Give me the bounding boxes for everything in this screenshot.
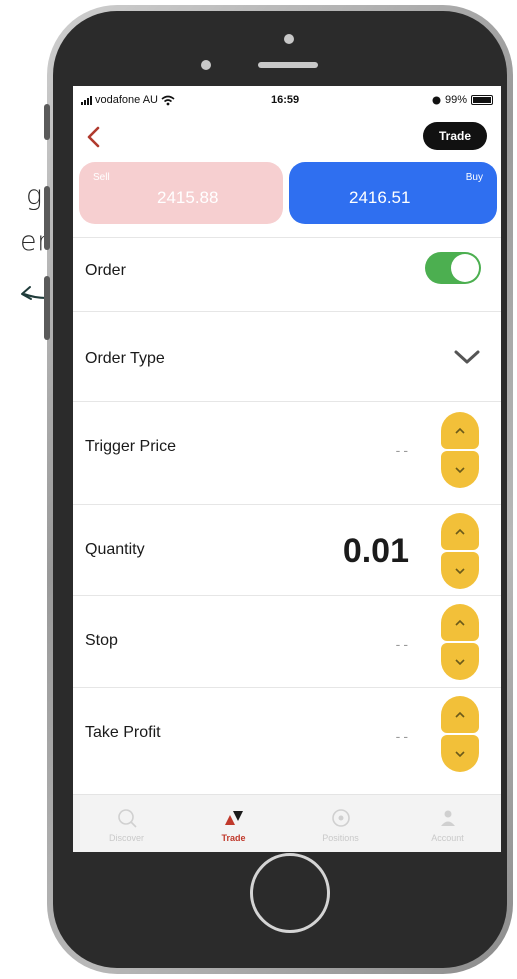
take-profit-value: -- <box>395 728 411 744</box>
order-type-row[interactable]: Order Type <box>73 311 501 401</box>
buy-label: Buy <box>465 172 483 183</box>
tab-discover[interactable]: Discover <box>73 795 180 852</box>
search-icon <box>117 809 137 828</box>
decrement-button[interactable] <box>441 643 479 680</box>
quantity-value[interactable]: 0.01 <box>343 532 409 571</box>
battery-percent: 99% <box>444 94 467 106</box>
take-profit-row: Take Profit -- <box>73 687 501 794</box>
stop-value: -- <box>395 636 411 652</box>
chevron-down-icon[interactable] <box>453 348 481 366</box>
quantity-stepper <box>441 513 479 589</box>
take-profit-stepper <box>441 696 479 772</box>
volume-down-button <box>44 276 50 340</box>
tab-label: Trade <box>221 833 246 843</box>
trigger-price-row: Trigger Price -- <box>73 401 501 504</box>
chevron-up-icon <box>455 619 465 626</box>
tab-trade[interactable]: Trade <box>180 795 287 852</box>
mute-switch <box>44 104 50 140</box>
chevron-up-icon <box>455 711 465 718</box>
stop-row: Stop -- <box>73 595 501 687</box>
sell-price-button[interactable]: Sell 2415.88 <box>79 162 283 224</box>
account-icon <box>440 810 455 826</box>
chevron-down-icon <box>455 750 465 757</box>
order-row: Order <box>73 237 501 311</box>
chevron-down-icon <box>455 466 465 473</box>
app-screen: vodafone AU 16:59 99% Trade Sell 2415.88 <box>73 86 501 852</box>
decrement-button[interactable] <box>441 451 479 488</box>
buy-price: 2416.51 <box>349 188 411 207</box>
tab-label: Positions <box>322 833 359 843</box>
wifi-icon <box>161 95 175 105</box>
home-button[interactable] <box>250 853 330 933</box>
carrier-name: vodafone AU <box>95 94 158 106</box>
alarm-icon <box>432 96 441 105</box>
status-bar: vodafone AU 16:59 99% <box>73 86 501 114</box>
annotation-text-fragment: g <box>26 180 43 211</box>
nav-bar: Trade <box>73 120 501 156</box>
trade-icon <box>224 811 243 825</box>
increment-button[interactable] <box>441 696 479 733</box>
decrement-button[interactable] <box>441 735 479 772</box>
tab-label: Account <box>431 833 464 843</box>
clock: 16:59 <box>271 94 300 106</box>
buy-price-button[interactable]: Buy 2416.51 <box>289 162 497 224</box>
toggle-knob <box>451 254 479 282</box>
increment-button[interactable] <box>441 412 479 449</box>
quantity-label: Quantity <box>85 541 145 558</box>
tab-positions[interactable]: Positions <box>287 795 394 852</box>
chevron-down-icon <box>455 658 465 665</box>
order-toggle[interactable] <box>425 252 481 284</box>
increment-button[interactable] <box>441 513 479 550</box>
sensor-dot <box>284 34 294 44</box>
tab-account[interactable]: Account <box>394 795 501 852</box>
volume-up-button <box>44 186 50 250</box>
back-chevron-icon[interactable] <box>83 124 105 150</box>
tab-bar: Discover Trade Positions Account <box>73 794 501 852</box>
signal-icon <box>81 95 92 105</box>
chevron-up-icon <box>455 427 465 434</box>
battery-icon <box>471 95 493 105</box>
sell-label: Sell <box>93 172 110 183</box>
order-label: Order <box>85 262 126 279</box>
decrement-button[interactable] <box>441 552 479 589</box>
take-profit-label: Take Profit <box>85 724 161 741</box>
trigger-price-label: Trigger Price <box>85 438 176 455</box>
stop-label: Stop <box>85 632 118 649</box>
chevron-up-icon <box>455 528 465 535</box>
trade-button[interactable]: Trade <box>423 122 487 150</box>
earpiece-speaker <box>258 62 318 68</box>
stop-stepper <box>441 604 479 680</box>
quantity-row: Quantity 0.01 <box>73 504 501 595</box>
trigger-price-stepper <box>441 412 479 488</box>
trigger-price-value: -- <box>395 442 411 458</box>
sell-price: 2415.88 <box>157 188 219 207</box>
price-selector: Sell 2415.88 Buy 2416.51 <box>79 162 497 224</box>
positions-icon <box>331 809 350 827</box>
chevron-down-icon <box>455 567 465 574</box>
increment-button[interactable] <box>441 604 479 641</box>
order-type-label: Order Type <box>85 350 165 367</box>
tab-label: Discover <box>108 833 144 843</box>
front-camera <box>201 60 211 70</box>
